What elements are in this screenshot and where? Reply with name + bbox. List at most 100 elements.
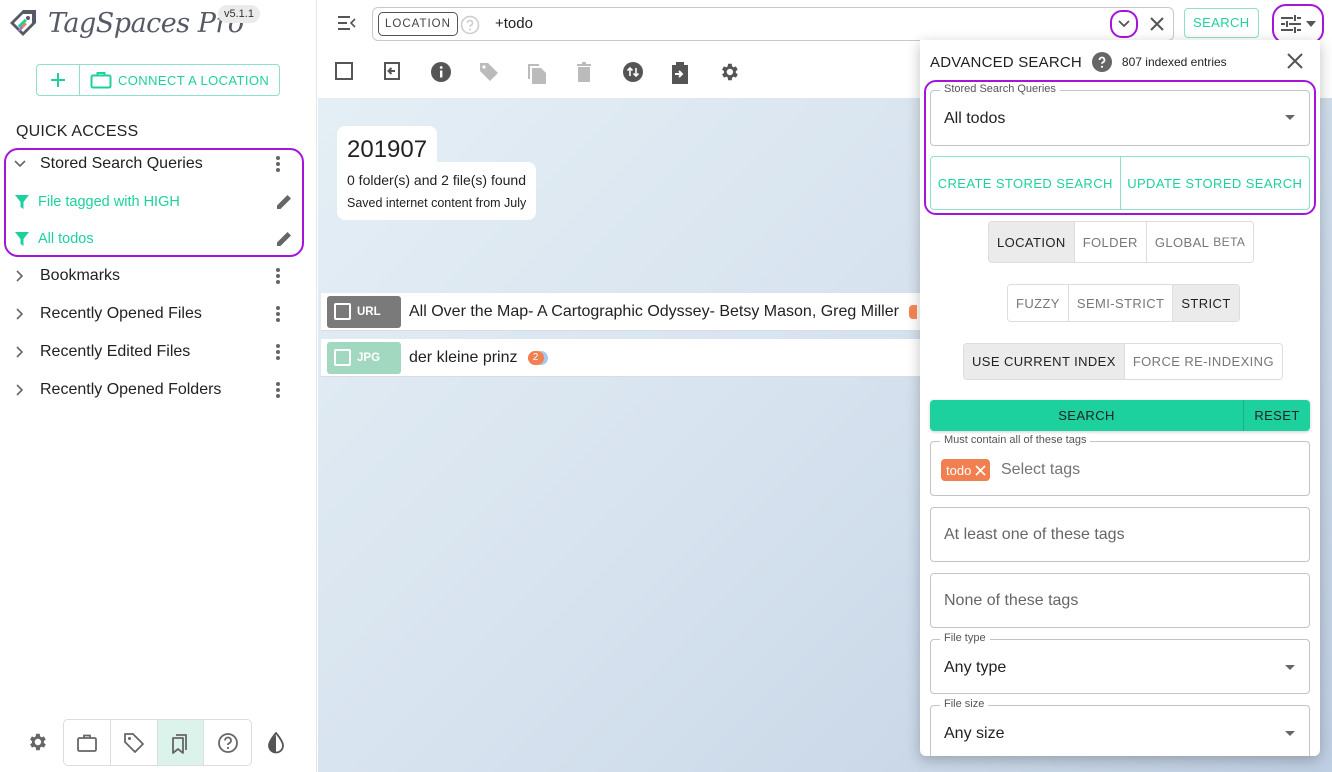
toggle-sidebar-icon[interactable] (337, 14, 357, 32)
tag-library-button[interactable] (111, 720, 158, 765)
file-size-select[interactable]: File size Any size (930, 698, 1310, 756)
help-icon[interactable] (1091, 52, 1112, 72)
caret-down-icon (1285, 665, 1295, 670)
section-recently-opened-folders[interactable]: Recently Opened Folders (0, 372, 300, 408)
section-stored-search-queries[interactable]: Stored Search Queries (0, 146, 300, 182)
file-checkbox[interactable] (334, 349, 351, 366)
scope-global[interactable]: GLOBAL BETA (1146, 222, 1254, 262)
stored-query-item[interactable]: File tagged with HIGH (14, 186, 294, 218)
select-tags-input[interactable] (1001, 461, 1201, 479)
locations-button[interactable] (64, 720, 111, 765)
force-re-indexing[interactable]: FORCE RE-INDEXING (1124, 344, 1282, 379)
more-vert-icon[interactable] (268, 268, 288, 284)
edit-icon[interactable] (274, 229, 294, 249)
version-badge: v5.1.1 (218, 5, 260, 23)
edit-icon[interactable] (274, 192, 294, 212)
section-recently-opened-files[interactable]: Recently Opened Files (0, 296, 300, 332)
create-button[interactable] (37, 65, 80, 95)
chevron-right-icon[interactable] (0, 269, 40, 283)
bookmarks-icon (172, 733, 188, 754)
copy-icon[interactable] (526, 61, 574, 85)
advanced-search-panel: ADVANCED SEARCH 807 indexed entries Stor… (920, 40, 1320, 756)
advanced-search-toggle[interactable] (1272, 4, 1324, 44)
help-icon (217, 732, 238, 753)
file-type-select[interactable]: File type Any type (930, 632, 1310, 694)
scope-folder[interactable]: FOLDER (1074, 222, 1147, 262)
quick-access-title: QUICK ACCESS (16, 123, 139, 140)
info-icon[interactable] (430, 61, 478, 85)
settings-icon[interactable] (718, 61, 766, 85)
sort-icon[interactable] (622, 61, 670, 85)
file-row[interactable]: JPG der kleine prinz 2 (321, 339, 941, 377)
chevron-right-icon[interactable] (0, 345, 40, 359)
file-toolbar (334, 61, 766, 85)
theme-contrast-icon[interactable] (266, 732, 286, 754)
section-label: Bookmarks (40, 267, 121, 284)
file-checkbox[interactable] (334, 303, 351, 320)
advanced-search-button[interactable]: SEARCH (930, 400, 1244, 431)
field-placeholder: None of these tags (944, 592, 1079, 609)
go-back-icon[interactable] (382, 61, 430, 85)
connect-location-button[interactable]: CONNECT A LOCATION (80, 65, 279, 95)
more-vert-icon[interactable] (268, 306, 288, 322)
stored-query-label: All todos (38, 231, 94, 247)
must-contain-tags-field[interactable]: Must contain all of these tags todo (930, 434, 1310, 496)
at-least-one-tags-field[interactable]: At least one of these tags (930, 507, 1310, 562)
stored-queries-select[interactable]: Stored Search Queries All todos (930, 83, 1310, 146)
folder-description: Saved internet content from July (347, 196, 527, 210)
chevron-right-icon[interactable] (0, 307, 40, 321)
select-all-icon[interactable] (334, 61, 382, 85)
connect-location-label: CONNECT A LOCATION (118, 72, 270, 88)
file-type-badge[interactable]: JPG (327, 341, 401, 374)
search-scope-chip[interactable]: LOCATION (378, 12, 458, 36)
chevron-down-icon[interactable] (0, 159, 40, 169)
section-bookmarks[interactable]: Bookmarks (0, 258, 300, 294)
sidebar-bottom-nav (0, 718, 317, 766)
file-name: der kleine prinz (409, 348, 518, 366)
scope-location[interactable]: LOCATION (989, 222, 1075, 262)
reset-button[interactable]: RESET (1244, 400, 1310, 431)
use-current-index[interactable]: USE CURRENT INDEX (964, 344, 1125, 379)
close-icon[interactable] (1286, 52, 1304, 70)
file-type-badge[interactable]: URL (327, 295, 401, 328)
tag-chip[interactable]: todo (941, 459, 991, 481)
match-mode-toggle: FUZZY SEMI-STRICT STRICT (1007, 284, 1240, 322)
index-mode-toggle: USE CURRENT INDEX FORCE RE-INDEXING (963, 343, 1283, 380)
location-actions: CONNECT A LOCATION (36, 64, 281, 96)
match-fuzzy[interactable]: FUZZY (1008, 285, 1069, 321)
tag-label: todo (946, 462, 972, 478)
search-button[interactable]: SEARCH (1184, 8, 1259, 38)
search-box: LOCATION (372, 7, 1174, 41)
export-icon[interactable] (670, 61, 718, 85)
chevron-right-icon[interactable] (0, 383, 40, 397)
indexed-entries-count: 807 indexed entries (1121, 55, 1227, 69)
folder-summary: 0 folder(s) and 2 file(s) found (347, 172, 526, 188)
section-recently-edited-files[interactable]: Recently Edited Files (0, 334, 300, 370)
match-strict[interactable]: STRICT (1173, 285, 1239, 321)
chevron-down-icon (1118, 20, 1130, 28)
help-icon[interactable] (460, 15, 480, 35)
expand-search-button[interactable] (1110, 10, 1138, 38)
file-row[interactable]: URL All Over the Map- A Cartographic Ody… (321, 293, 941, 331)
filter-icon (14, 194, 30, 210)
more-vert-icon[interactable] (268, 156, 288, 172)
search-input[interactable] (495, 15, 1095, 32)
delete-icon[interactable] (574, 61, 622, 85)
more-vert-icon[interactable] (268, 382, 288, 398)
more-vert-icon[interactable] (268, 344, 288, 360)
selected-value: Any size (944, 725, 1005, 742)
none-of-tags-field[interactable]: None of these tags (930, 573, 1310, 628)
settings-icon[interactable] (26, 731, 48, 753)
section-label: Recently Opened Files (40, 305, 202, 322)
clear-search-icon[interactable] (1148, 15, 1166, 33)
quick-access-button[interactable] (157, 720, 205, 765)
stored-query-item[interactable]: All todos (14, 223, 294, 255)
update-stored-search-button[interactable]: UPDATE STORED SEARCH (1121, 157, 1310, 209)
search-reset-group: SEARCH RESET (930, 400, 1310, 431)
tune-icon (1281, 15, 1301, 33)
create-stored-search-button[interactable]: CREATE STORED SEARCH (931, 157, 1121, 209)
help-button[interactable] (204, 720, 251, 765)
match-semi-strict[interactable]: SEMI-STRICT (1068, 285, 1174, 321)
folder-summary-card: 0 folder(s) and 2 file(s) found Saved in… (337, 162, 537, 220)
tag-icon[interactable] (478, 61, 526, 85)
